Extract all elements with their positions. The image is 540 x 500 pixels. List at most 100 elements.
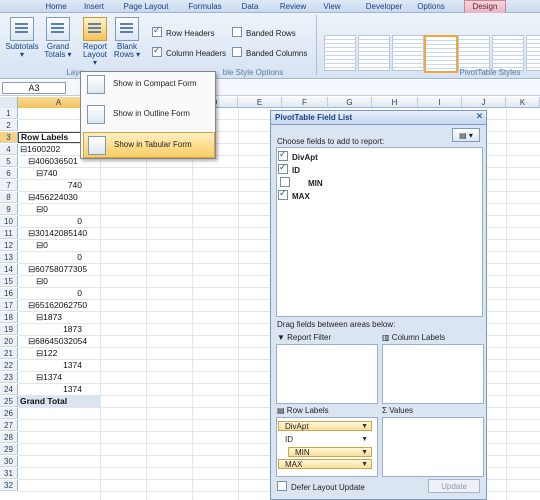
- pivot-cell[interactable]: ⊟0: [36, 204, 48, 215]
- banded-rows-checkbox[interactable]: Banded Rows: [232, 27, 296, 38]
- menu-item-tabular-form[interactable]: Show in Tabular Form: [83, 132, 215, 158]
- pivot-cell[interactable]: ⊟1374: [36, 372, 62, 383]
- row-field-id[interactable]: ID ▼: [278, 434, 372, 444]
- menu-item-outline-form[interactable]: Show in Outline Form: [83, 102, 213, 126]
- row-header-30[interactable]: 30: [0, 456, 18, 467]
- row-header-15[interactable]: 15: [0, 276, 18, 287]
- pivot-cell[interactable]: ⊟1873: [36, 312, 62, 323]
- values-area[interactable]: [382, 417, 484, 477]
- column-header-g[interactable]: G: [328, 97, 372, 108]
- pivot-cell[interactable]: ⊟0: [36, 240, 48, 251]
- row-header-22[interactable]: 22: [0, 360, 18, 371]
- column-headers-checkbox[interactable]: Column Headers: [152, 45, 226, 58]
- style-swatch[interactable]: [324, 35, 356, 71]
- style-swatch[interactable]: [458, 35, 490, 71]
- column-header-h[interactable]: H: [372, 97, 418, 108]
- style-swatch[interactable]: [358, 35, 390, 71]
- row-header-23[interactable]: 23: [0, 372, 18, 383]
- column-header-i[interactable]: I: [418, 97, 462, 108]
- row-header-4[interactable]: 4: [0, 144, 18, 155]
- row-header-12[interactable]: 12: [0, 240, 18, 251]
- pivot-cell[interactable]: 0: [18, 216, 82, 227]
- tab-formulas[interactable]: Formulas: [184, 1, 226, 13]
- row-field-divapt[interactable]: DivApt ▼: [278, 421, 372, 431]
- row-header-3[interactable]: 3: [0, 132, 18, 143]
- grand-totals-button[interactable]: Grand Totals ▾: [42, 17, 74, 59]
- row-header-29[interactable]: 29: [0, 444, 18, 455]
- style-swatch[interactable]: [392, 35, 424, 71]
- tab-home[interactable]: Home: [40, 1, 72, 13]
- row-header-2[interactable]: 2: [0, 120, 18, 131]
- pivot-cell[interactable]: ⊟740: [36, 168, 57, 179]
- pivot-cell[interactable]: ⊟60758077305: [28, 264, 87, 275]
- row-header-28[interactable]: 28: [0, 432, 18, 443]
- tab-view[interactable]: View: [318, 1, 346, 13]
- column-labels-area[interactable]: [382, 344, 484, 404]
- close-icon[interactable]: ✕: [474, 111, 485, 122]
- column-header-e[interactable]: E: [238, 97, 282, 108]
- banded-columns-checkbox[interactable]: Banded Columns: [232, 47, 307, 58]
- pivot-cell[interactable]: ⊟65162062750: [28, 300, 87, 311]
- pivot-cell[interactable]: ⊟1600202: [20, 144, 60, 155]
- tab-review[interactable]: Review: [276, 1, 310, 13]
- pivot-cell[interactable]: 1873: [18, 324, 82, 335]
- name-box[interactable]: A3: [2, 82, 66, 94]
- row-header-13[interactable]: 13: [0, 252, 18, 263]
- pivot-cell[interactable]: ⊟30142085140: [28, 228, 87, 239]
- row-header-14[interactable]: 14: [0, 264, 18, 275]
- row-header-11[interactable]: 11: [0, 228, 18, 239]
- report-layout-button[interactable]: Report Layout ▾: [80, 17, 110, 67]
- menu-item-compact-form[interactable]: Show in Compact Form: [83, 72, 213, 96]
- pivot-cell[interactable]: ⊟0: [36, 276, 48, 287]
- row-header-10[interactable]: 10: [0, 216, 18, 227]
- tab-options[interactable]: Options: [412, 1, 450, 13]
- row-headers-checkbox[interactable]: Row Headers: [152, 25, 214, 38]
- style-swatch[interactable]: [492, 35, 524, 71]
- row-header-24[interactable]: 24: [0, 384, 18, 395]
- row-header-7[interactable]: 7: [0, 180, 18, 191]
- pivot-cell[interactable]: 1374: [18, 384, 82, 395]
- column-header-f[interactable]: F: [282, 97, 328, 108]
- row-header-27[interactable]: 27: [0, 420, 18, 431]
- tab-insert[interactable]: Insert: [78, 1, 110, 13]
- field-list-view-button[interactable]: ▤ ▾: [452, 128, 480, 142]
- row-header-32[interactable]: 32: [0, 480, 18, 491]
- field-item-max[interactable]: MAX: [278, 188, 310, 201]
- tab-page-layout[interactable]: Page Layout: [120, 1, 172, 13]
- pivot-cell[interactable]: 740: [18, 180, 82, 191]
- row-header-16[interactable]: 16: [0, 288, 18, 299]
- column-header-j[interactable]: J: [462, 97, 506, 108]
- row-field-max[interactable]: MAX ▼: [278, 459, 372, 469]
- row-header-25[interactable]: 25: [0, 396, 18, 407]
- field-item-divapt[interactable]: DivApt: [278, 149, 318, 162]
- pivot-cell[interactable]: Grand Total: [18, 396, 100, 407]
- pivot-cell[interactable]: ⊟122: [36, 348, 57, 359]
- pivot-cell[interactable]: 1374: [18, 360, 82, 371]
- tab-developer[interactable]: Developer: [362, 1, 406, 13]
- pivot-cell[interactable]: 0: [18, 252, 82, 263]
- tab-design[interactable]: Design: [464, 0, 506, 14]
- report-filter-area[interactable]: [276, 344, 378, 404]
- row-header-17[interactable]: 17: [0, 300, 18, 311]
- pivot-cell[interactable]: ⊟68645032054: [28, 336, 87, 347]
- select-all-corner[interactable]: [0, 97, 18, 108]
- pivot-cell[interactable]: ⊟456224030: [28, 192, 78, 203]
- blank-rows-button[interactable]: Blank Rows ▾: [112, 17, 142, 59]
- row-header-19[interactable]: 19: [0, 324, 18, 335]
- row-header-31[interactable]: 31: [0, 468, 18, 479]
- update-button[interactable]: Update: [428, 479, 480, 493]
- row-header-21[interactable]: 21: [0, 348, 18, 359]
- row-header-9[interactable]: 9: [0, 204, 18, 215]
- pivot-cell[interactable]: 0: [18, 288, 82, 299]
- row-header-6[interactable]: 6: [0, 168, 18, 179]
- row-header-5[interactable]: 5: [0, 156, 18, 167]
- subtotals-button[interactable]: Subtotals ▾: [4, 17, 40, 59]
- tab-data[interactable]: Data: [236, 1, 264, 13]
- pivot-cell[interactable]: ⊟406036501: [28, 156, 78, 167]
- style-swatch[interactable]: [526, 35, 540, 71]
- row-header-26[interactable]: 26: [0, 408, 18, 419]
- defer-layout-checkbox[interactable]: Defer Layout Update: [277, 481, 365, 492]
- field-item-id[interactable]: ID: [278, 162, 300, 175]
- row-header-20[interactable]: 20: [0, 336, 18, 347]
- column-header-k[interactable]: K: [506, 97, 540, 108]
